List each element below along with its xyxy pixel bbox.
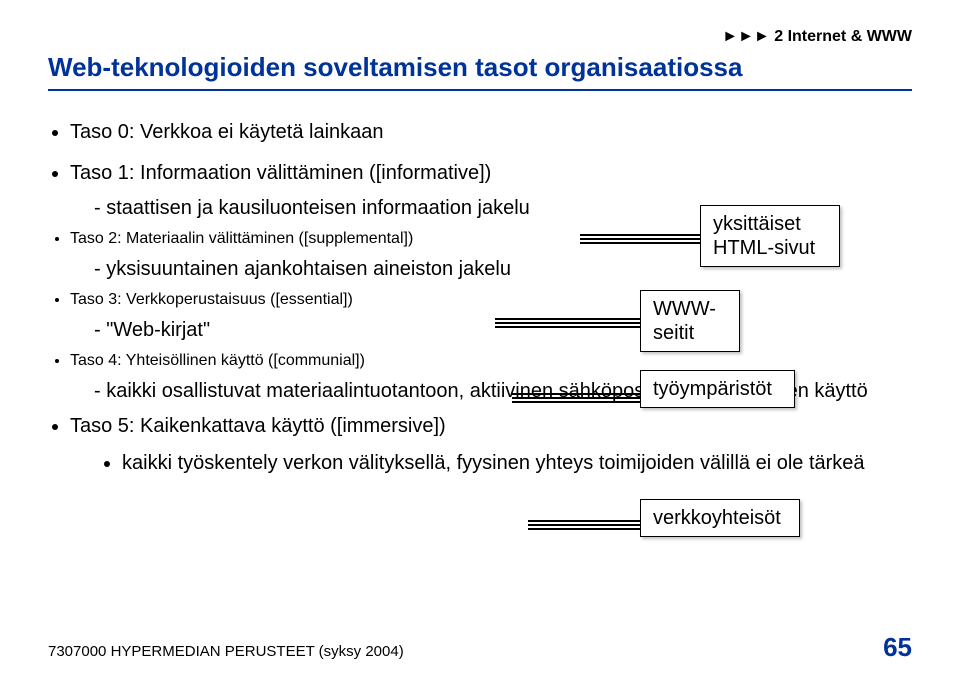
callout-www-sites: WWW-seitit [640, 290, 740, 352]
taso2-sub: yksisuuntainen ajankohtaisen aineiston j… [94, 258, 600, 281]
callout-net-communities: verkkoyhteisöt [640, 499, 800, 537]
content-list: Taso 0: Verkkoa ei käytetä lainkaan Taso… [70, 119, 912, 477]
callout-tail-1 [580, 238, 700, 240]
taso0: Taso 0: Verkkoa ei käytetä lainkaan [70, 119, 912, 146]
taso1: Taso 1: Informaation välittäminen ([info… [70, 160, 912, 187]
callout-tail-2 [495, 322, 640, 324]
callout-html-pages: yksittäisetHTML-sivut [700, 205, 840, 267]
callout-work-env: työympäristöt [640, 370, 795, 408]
taso5: Taso 5: Kaikenkattava käyttö ([immersive… [70, 413, 912, 440]
callout-tail-4 [528, 524, 640, 526]
taso3: Taso 3: Verkkoperustaisuus ([essential]) [70, 291, 600, 309]
taso5-sub: kaikki työskentely verkon välityksellä, … [122, 450, 912, 477]
callout-tail-3 [512, 397, 640, 399]
footer-course: 7307000 HYPERMEDIAN PERUSTEET (syksy 200… [48, 643, 404, 660]
page-title: Web-teknologioiden soveltamisen tasot or… [48, 52, 912, 91]
footer-page-number: 65 [883, 632, 912, 663]
slide: ►►► 2 Internet & WWW Web-teknologioiden … [0, 0, 960, 683]
taso2: Taso 2: Materiaalin välittäminen ([suppl… [70, 230, 600, 248]
taso4: Taso 4: Yhteisöllinen käyttö ([communial… [70, 352, 600, 370]
breadcrumb: ►►► 2 Internet & WWW [48, 28, 912, 46]
footer: 7307000 HYPERMEDIAN PERUSTEET (syksy 200… [48, 632, 912, 663]
